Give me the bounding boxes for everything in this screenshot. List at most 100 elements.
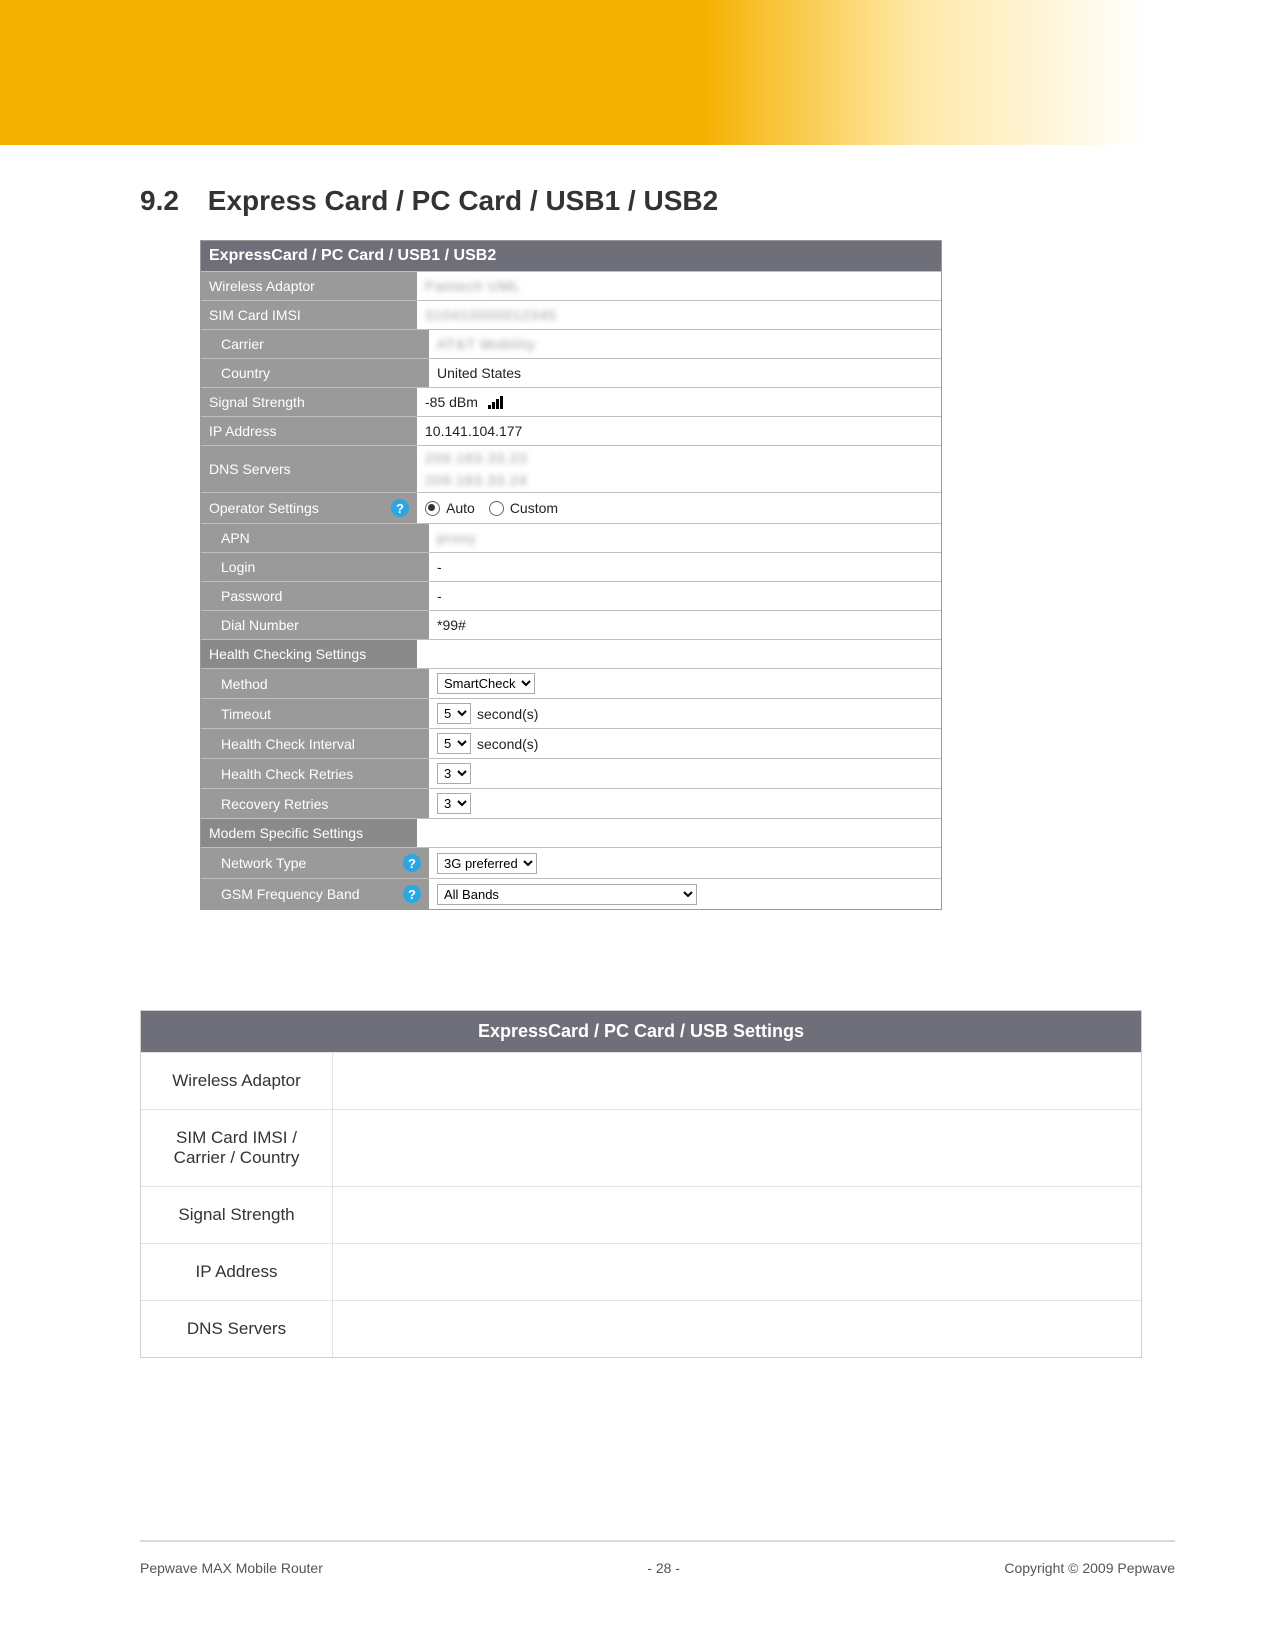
label-login: Login xyxy=(201,553,429,581)
label-operator-text: Operator Settings xyxy=(209,500,319,516)
interval-suffix: second(s) xyxy=(477,736,538,752)
label-sim-imsi: SIM Card IMSI xyxy=(201,301,417,329)
row-rretries: Recovery Retries 3 xyxy=(201,788,941,818)
label-country: Country xyxy=(201,359,429,387)
value-ip: 10.141.104.177 xyxy=(425,423,522,439)
heading-number: 9.2 xyxy=(140,185,200,217)
label-carrier: Carrier xyxy=(201,330,429,358)
label-signal: Signal Strength xyxy=(201,388,417,416)
label-interval: Health Check Interval xyxy=(201,729,429,758)
desc-label: DNS Servers xyxy=(141,1301,333,1357)
row-gsmband: GSM Frequency Band ? All Bands xyxy=(201,878,941,909)
description-title: ExpressCard / PC Card / USB Settings xyxy=(141,1011,1141,1052)
footer-center: - 28 - xyxy=(647,1560,680,1576)
row-password: Password - xyxy=(201,581,941,610)
footer-right: Copyright © 2009 Pepwave xyxy=(1004,1560,1175,1576)
row-timeout: Timeout 5 second(s) xyxy=(201,698,941,728)
select-timeout[interactable]: 5 xyxy=(437,703,471,724)
desc-label: SIM Card IMSI / Carrier / Country xyxy=(141,1110,333,1186)
label-gsmband-text: GSM Frequency Band xyxy=(221,886,360,902)
row-hretries: Health Check Retries 3 xyxy=(201,758,941,788)
value-signal: -85 dBm xyxy=(425,394,478,410)
help-icon[interactable]: ? xyxy=(403,854,421,872)
label-rretries: Recovery Retries xyxy=(201,789,429,818)
panel-title: ExpressCard / PC Card / USB1 / USB2 xyxy=(201,241,941,271)
help-icon[interactable]: ? xyxy=(403,885,421,903)
row-method: Method SmartCheck xyxy=(201,668,941,698)
select-hretries[interactable]: 3 xyxy=(437,763,471,784)
value-carrier: AT&T Mobility xyxy=(437,336,536,352)
row-ip: IP Address 10.141.104.177 xyxy=(201,416,941,445)
label-hretries: Health Check Retries xyxy=(201,759,429,788)
desc-row: DNS Servers xyxy=(141,1300,1141,1357)
desc-row: Wireless Adaptor xyxy=(141,1052,1141,1109)
heading-title: Express Card / PC Card / USB1 / USB2 xyxy=(208,185,718,216)
select-rretries[interactable]: 3 xyxy=(437,793,471,814)
row-modem-header: Modem Specific Settings xyxy=(201,818,941,847)
label-timeout: Timeout xyxy=(201,699,429,728)
desc-row: IP Address xyxy=(141,1243,1141,1300)
value-password: - xyxy=(437,588,442,604)
label-dns: DNS Servers xyxy=(201,446,417,492)
select-interval[interactable]: 5 xyxy=(437,733,471,754)
desc-row: Signal Strength xyxy=(141,1186,1141,1243)
value-apn: proxy xyxy=(437,530,476,546)
row-login: Login - xyxy=(201,552,941,581)
label-method: Method xyxy=(201,669,429,698)
row-signal: Signal Strength -85 dBm xyxy=(201,387,941,416)
value-country: United States xyxy=(437,365,521,381)
row-dial: Dial Number *99# xyxy=(201,610,941,639)
row-sim-imsi: SIM Card IMSI 310410000012345 xyxy=(201,300,941,329)
footer-left: Pepwave MAX Mobile Router xyxy=(140,1560,323,1576)
select-gsmband[interactable]: All Bands xyxy=(437,884,697,905)
page-footer: Pepwave MAX Mobile Router - 28 - Copyrig… xyxy=(140,1540,1175,1576)
value-sim-imsi: 310410000012345 xyxy=(425,307,557,323)
label-apn: APN xyxy=(201,524,429,552)
value-dns1: 209.183.33.23 xyxy=(425,450,528,466)
label-gsmband: GSM Frequency Band ? xyxy=(201,879,429,909)
row-carrier: Carrier AT&T Mobility xyxy=(201,329,941,358)
description-table: ExpressCard / PC Card / USB Settings Wir… xyxy=(140,1010,1142,1358)
radio-custom-label: Custom xyxy=(510,500,558,516)
row-wireless-adaptor: Wireless Adaptor Pantech UML xyxy=(201,271,941,300)
label-ip: IP Address xyxy=(201,417,417,445)
label-health-header: Health Checking Settings xyxy=(201,640,417,668)
desc-label: IP Address xyxy=(141,1244,333,1300)
desc-row: SIM Card IMSI / Carrier / Country xyxy=(141,1109,1141,1186)
select-method[interactable]: SmartCheck xyxy=(437,673,535,694)
label-dial: Dial Number xyxy=(201,611,429,639)
radio-auto[interactable] xyxy=(425,501,440,516)
radio-auto-label: Auto xyxy=(446,500,475,516)
label-modem-header: Modem Specific Settings xyxy=(201,819,417,847)
radio-custom[interactable] xyxy=(489,501,504,516)
row-operator: Operator Settings ? Auto Custom xyxy=(201,492,941,523)
row-dns: DNS Servers 209.183.33.23 209.183.33.24 xyxy=(201,445,941,492)
row-apn: APN proxy xyxy=(201,523,941,552)
desc-text xyxy=(333,1110,1141,1186)
label-wireless-adaptor: Wireless Adaptor xyxy=(201,272,417,300)
value-dns2: 209.183.33.24 xyxy=(425,472,528,488)
row-interval: Health Check Interval 5 second(s) xyxy=(201,728,941,758)
label-operator: Operator Settings ? xyxy=(201,493,417,523)
help-icon[interactable]: ? xyxy=(391,499,409,517)
desc-text xyxy=(333,1187,1141,1243)
signal-bars-icon xyxy=(488,396,503,409)
desc-text xyxy=(333,1053,1141,1109)
value-dial: *99# xyxy=(437,617,466,633)
select-nettype[interactable]: 3G preferred xyxy=(437,853,537,874)
value-login: - xyxy=(437,559,442,575)
label-nettype: Network Type ? xyxy=(201,848,429,878)
timeout-suffix: second(s) xyxy=(477,706,538,722)
desc-text xyxy=(333,1244,1141,1300)
label-nettype-text: Network Type xyxy=(221,855,306,871)
desc-label: Signal Strength xyxy=(141,1187,333,1243)
desc-label: Wireless Adaptor xyxy=(141,1053,333,1109)
section-heading: 9.2 Express Card / PC Card / USB1 / USB2 xyxy=(140,185,718,217)
label-password: Password xyxy=(201,582,429,610)
banner xyxy=(0,0,1275,145)
settings-panel: ExpressCard / PC Card / USB1 / USB2 Wire… xyxy=(200,240,942,910)
desc-text xyxy=(333,1301,1141,1357)
row-country: Country United States xyxy=(201,358,941,387)
row-health-header: Health Checking Settings xyxy=(201,639,941,668)
row-nettype: Network Type ? 3G preferred xyxy=(201,847,941,878)
